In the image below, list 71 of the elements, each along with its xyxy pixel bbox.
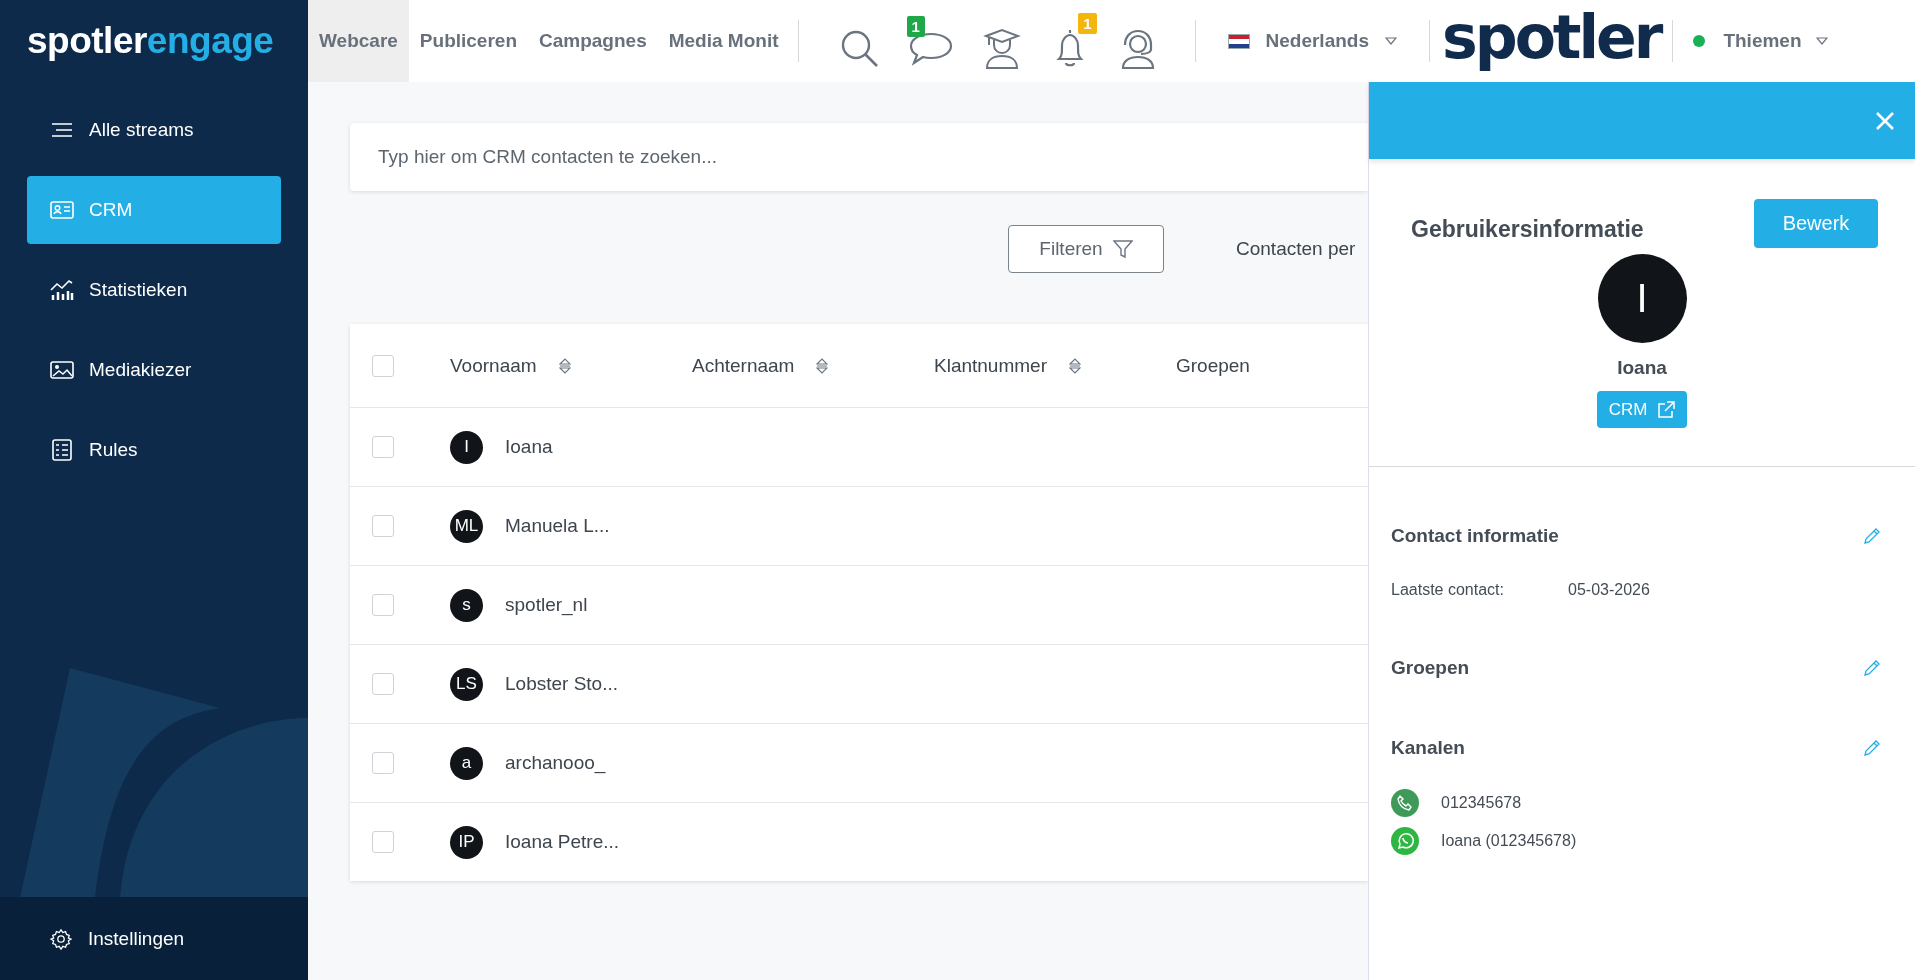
avatar: ML <box>450 509 483 543</box>
speech-bubble-icon <box>908 30 953 66</box>
menu-icon <box>49 122 75 138</box>
user-menu[interactable]: Thiemen <box>1681 30 1840 52</box>
filter-button[interactable]: Filteren <box>1008 225 1164 273</box>
field-label: Laatste contact: <box>1391 581 1505 599</box>
row-checkbox[interactable] <box>372 831 394 853</box>
contact-name: Ioana <box>1617 357 1667 379</box>
caret-icon <box>1385 37 1397 45</box>
row-checkbox[interactable] <box>372 515 394 537</box>
contact-name[interactable]: Lobster Sto... <box>505 673 618 695</box>
avatar: s <box>450 588 483 622</box>
count-badge: 1 <box>1078 13 1097 34</box>
field-value: 05-03-2026 <box>1568 581 1650 599</box>
sort-icon[interactable] <box>816 357 829 374</box>
avatar: I <box>1597 254 1687 343</box>
nav-tab[interactable]: Webcare <box>308 0 409 82</box>
section-title: Kanalen <box>1391 737 1465 759</box>
sidebar-item[interactable]: Rules <box>27 416 281 484</box>
whatsapp-icon <box>1391 827 1419 855</box>
row-checkbox[interactable] <box>372 752 394 774</box>
per-page-label: Contacten per <box>1236 238 1356 260</box>
phone-icon <box>1391 789 1419 817</box>
image-icon <box>49 361 75 379</box>
flag-icon <box>1227 33 1250 49</box>
pencil-icon[interactable] <box>1863 527 1881 545</box>
select-all-checkbox[interactable] <box>372 354 394 377</box>
panel-title: Gebruikersinformatie <box>1411 216 1644 243</box>
channel-value: 012345678 <box>1441 794 1522 812</box>
section-title: Contact informatie <box>1391 525 1559 547</box>
graduate-icon <box>982 27 1021 69</box>
sidebar-item[interactable]: Mediakiezer <box>27 336 281 404</box>
checklist-icon <box>49 439 75 461</box>
contact-name[interactable]: archanooo_ <box>505 752 606 774</box>
sidebar-item[interactable]: Alle streams <box>27 96 281 164</box>
language-dropdown[interactable]: Nederlands <box>1203 30 1421 52</box>
column-header[interactable]: Achternaam <box>692 354 795 377</box>
sidebar-item[interactable]: Statistieken <box>27 256 281 324</box>
sort-icon[interactable] <box>1069 357 1081 374</box>
contact-name[interactable]: spotler_nl <box>505 594 588 616</box>
avatar: I <box>450 430 483 464</box>
filter-icon <box>1112 239 1133 259</box>
logo[interactable]: spotlerengage <box>0 0 308 82</box>
row-checkbox[interactable] <box>372 436 394 458</box>
close-icon <box>1875 110 1895 131</box>
contact-name[interactable]: Ioana <box>505 436 553 458</box>
channel-value: Ioana (012345678) <box>1441 832 1577 850</box>
id-card-icon <box>49 201 75 219</box>
column-header[interactable]: Voornaam <box>450 354 537 377</box>
pencil-icon[interactable] <box>1863 739 1881 757</box>
section-title: Groepen <box>1391 657 1470 679</box>
avatar: IP <box>450 825 483 859</box>
avatar: LS <box>450 667 483 701</box>
column-header[interactable]: Groepen <box>1176 354 1250 377</box>
contact-name[interactable]: Ioana Petre... <box>505 831 620 853</box>
caret-icon <box>1815 37 1828 45</box>
brand-logo: spotler <box>1441 7 1663 74</box>
row-checkbox[interactable] <box>372 594 394 616</box>
contact-name[interactable]: Manuela L... <box>505 515 610 537</box>
close-button[interactable] <box>1875 110 1895 131</box>
settings-icon <box>50 927 72 950</box>
pencil-icon[interactable] <box>1863 659 1881 677</box>
settings-button[interactable]: Instellingen <box>0 897 308 980</box>
chart-icon <box>49 279 75 301</box>
search-field[interactable]: Typ hier om CRM contacten te zoeken... <box>350 123 1368 191</box>
count-badge: 1 <box>906 16 925 37</box>
external-link-icon <box>1657 400 1676 419</box>
column-header[interactable]: Klantnummer <box>934 354 1047 377</box>
row-checkbox[interactable] <box>372 673 394 695</box>
avatar: a <box>450 746 483 780</box>
sort-icon[interactable] <box>558 357 571 374</box>
